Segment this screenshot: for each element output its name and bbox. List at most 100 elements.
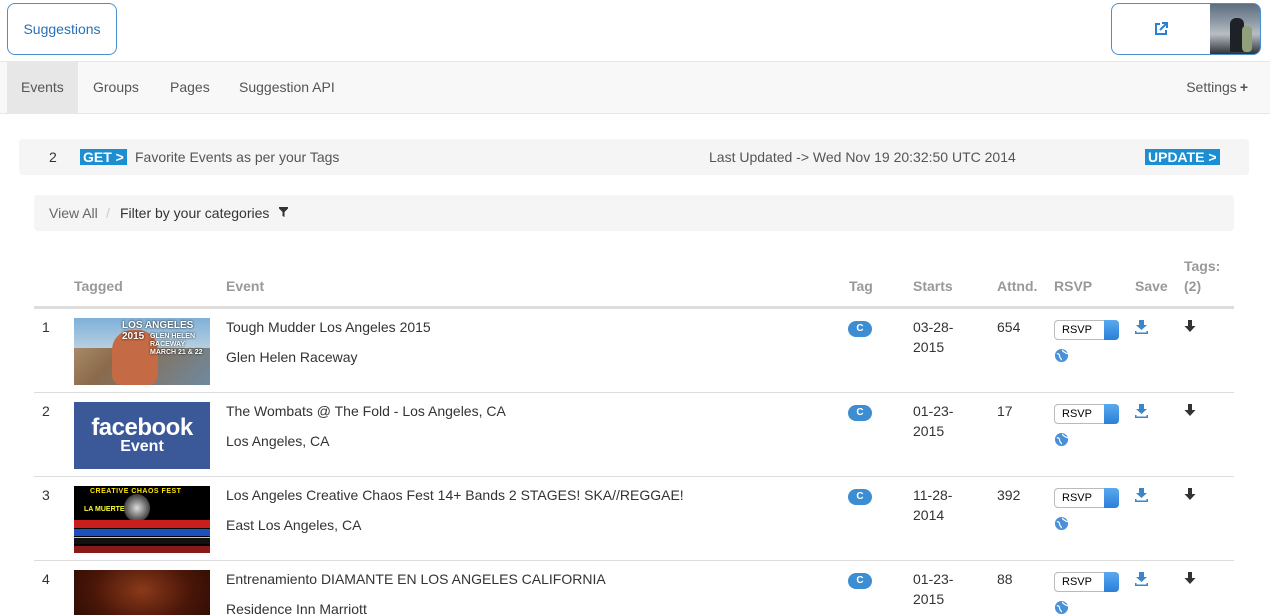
tab-groups[interactable]: Groups — [79, 62, 153, 113]
suggestion-count: 2 — [49, 149, 57, 165]
header-tagged: Tagged — [74, 278, 123, 294]
rsvp-selected-value: RSVP — [1062, 408, 1092, 420]
select-arrows-icon — [1104, 572, 1119, 592]
start-date-line1: 03-28- — [913, 319, 954, 335]
event-title-link[interactable]: Tough Mudder Los Angeles 2015 — [226, 317, 431, 337]
event-start-date: 01-23- 2015 — [913, 401, 953, 441]
header-tags-label: Tags: — [1184, 258, 1221, 274]
event-location: Los Angeles, CA — [226, 433, 330, 449]
start-date-line1: 01-23- — [913, 571, 954, 587]
rsvp-selected-value: RSVP — [1062, 324, 1092, 336]
rsvp-select[interactable]: RSVP — [1054, 320, 1119, 340]
external-link-button[interactable] — [1111, 3, 1210, 55]
select-arrows-icon — [1104, 488, 1119, 508]
settings-menu[interactable]: Settings + — [1186, 62, 1248, 113]
tab-events[interactable]: Events — [7, 62, 78, 113]
start-date-line1: 11-28- — [913, 487, 953, 503]
facebook-logo-text: facebook — [91, 414, 193, 441]
tab-suggestion-api[interactable]: Suggestion API — [225, 62, 349, 113]
thumbnail-subtitle: LA MUERTE — [84, 506, 125, 513]
event-title-link[interactable]: Los Angeles Creative Chaos Fest 14+ Band… — [226, 485, 684, 505]
header-tags-count: (2) — [1184, 278, 1202, 294]
breadcrumb: View All / Filter by your categories — [34, 195, 1234, 231]
start-date-line2: 2015 — [913, 591, 945, 607]
tag-badge[interactable]: C — [848, 405, 872, 421]
top-bar: Suggestions — [0, 0, 1270, 62]
start-date-line2: 2014 — [913, 507, 945, 523]
attendee-count: 88 — [997, 571, 1013, 587]
start-date-line2: 2015 — [913, 339, 945, 355]
globe-icon[interactable] — [1054, 348, 1069, 363]
download-icon[interactable] — [1135, 404, 1148, 418]
tag-badge[interactable]: C — [848, 321, 872, 337]
thumbnail-band-red — [74, 520, 210, 528]
globe-icon[interactable] — [1054, 516, 1069, 531]
table-row: 1 LOS ANGELES 2015 GLEN HELEN RACEWAY MA… — [34, 308, 1234, 392]
rsvp-selected-value: RSVP — [1062, 576, 1092, 588]
event-title-link[interactable]: The Wombats @ The Fold - Los Angeles, CA — [226, 401, 506, 421]
row-index: 2 — [42, 403, 50, 419]
table-row: 3 CREATIVE CHAOS FEST LA MUERTE Los Ange… — [34, 476, 1234, 560]
download-icon[interactable] — [1135, 320, 1148, 334]
event-title-link[interactable]: Entrenamiento DIAMANTE EN LOS ANGELES CA… — [226, 569, 606, 589]
view-all-link[interactable]: View All — [49, 205, 98, 221]
attendee-count: 654 — [997, 319, 1021, 335]
events-table: Tagged Event Tag Starts Attnd. RSVP Save… — [34, 255, 1234, 615]
row-index: 3 — [42, 487, 50, 503]
table-header: Tagged Event Tag Starts Attnd. RSVP Save… — [34, 255, 1234, 308]
thumbnail-band-bottom — [74, 546, 210, 553]
globe-icon[interactable] — [1054, 432, 1069, 447]
tag-badge[interactable]: C — [848, 489, 872, 505]
event-thumbnail[interactable]: facebook Event — [74, 402, 210, 469]
arrow-down-icon[interactable] — [1184, 488, 1196, 501]
avatar[interactable] — [1210, 3, 1261, 55]
update-button[interactable]: UPDATE > — [1145, 149, 1220, 165]
rsvp-select[interactable]: RSVP — [1054, 404, 1119, 424]
attendee-count: 17 — [997, 403, 1013, 419]
thumbnail-band-blue — [74, 529, 210, 536]
tab-pages[interactable]: Pages — [156, 62, 224, 113]
header-save: Save — [1135, 278, 1168, 294]
arrow-down-icon[interactable] — [1184, 404, 1196, 417]
header-starts: Starts — [913, 278, 953, 294]
download-icon[interactable] — [1135, 572, 1148, 586]
event-location: Residence Inn Marriott — [226, 601, 367, 615]
header-rsvp: RSVP — [1054, 278, 1093, 294]
header-event: Event — [226, 278, 265, 294]
event-thumbnail[interactable]: LOS ANGELES 2015 GLEN HELEN RACEWAY MARC… — [74, 318, 210, 385]
event-start-date: 01-23- 2015 — [913, 569, 953, 609]
event-location: East Los Angeles, CA — [226, 517, 362, 533]
get-button[interactable]: GET > — [80, 149, 127, 165]
avatar-figure-secondary — [1242, 26, 1252, 52]
event-thumbnail[interactable] — [74, 570, 210, 615]
rsvp-select[interactable]: RSVP — [1054, 488, 1119, 508]
header-tag: Tag — [849, 278, 873, 294]
last-updated-text: Last Updated -> Wed Nov 19 20:32:50 UTC … — [709, 149, 1016, 165]
main-nav: Events Groups Pages Suggestion API Setti… — [0, 62, 1270, 114]
filter-icon — [279, 207, 288, 217]
tag-badge[interactable]: C — [848, 573, 872, 589]
info-description: Favorite Events as per your Tags — [135, 149, 340, 165]
breadcrumb-separator: / — [106, 205, 110, 221]
info-bar: 2 GET > Favorite Events as per your Tags… — [19, 139, 1249, 175]
thumbnail-band-dark — [74, 537, 210, 544]
select-arrows-icon — [1104, 320, 1119, 340]
suggestions-brand-button[interactable]: Suggestions — [7, 3, 117, 55]
thumbnail-subtitle: GLEN HELEN RACEWAY MARCH 21 & 22 — [150, 333, 203, 356]
settings-label: Settings — [1186, 79, 1237, 95]
event-start-date: 11-28- 2014 — [913, 485, 952, 525]
event-thumbnail[interactable]: CREATIVE CHAOS FEST LA MUERTE — [74, 486, 210, 553]
arrow-down-icon[interactable] — [1184, 572, 1196, 585]
rsvp-select[interactable]: RSVP — [1054, 572, 1119, 592]
header-attendees: Attnd. — [997, 278, 1038, 294]
row-index: 1 — [42, 319, 50, 335]
filter-categories-dropdown[interactable]: Filter by your categories — [120, 205, 269, 221]
select-arrows-icon — [1104, 404, 1119, 424]
arrow-down-icon[interactable] — [1184, 320, 1196, 333]
start-date-line2: 2015 — [913, 423, 945, 439]
event-location: Glen Helen Raceway — [226, 349, 358, 365]
facebook-event-text: Event — [120, 438, 164, 455]
globe-icon[interactable] — [1054, 600, 1069, 615]
download-icon[interactable] — [1135, 488, 1148, 502]
table-row: 2 facebook Event The Wombats @ The Fold … — [34, 392, 1234, 476]
